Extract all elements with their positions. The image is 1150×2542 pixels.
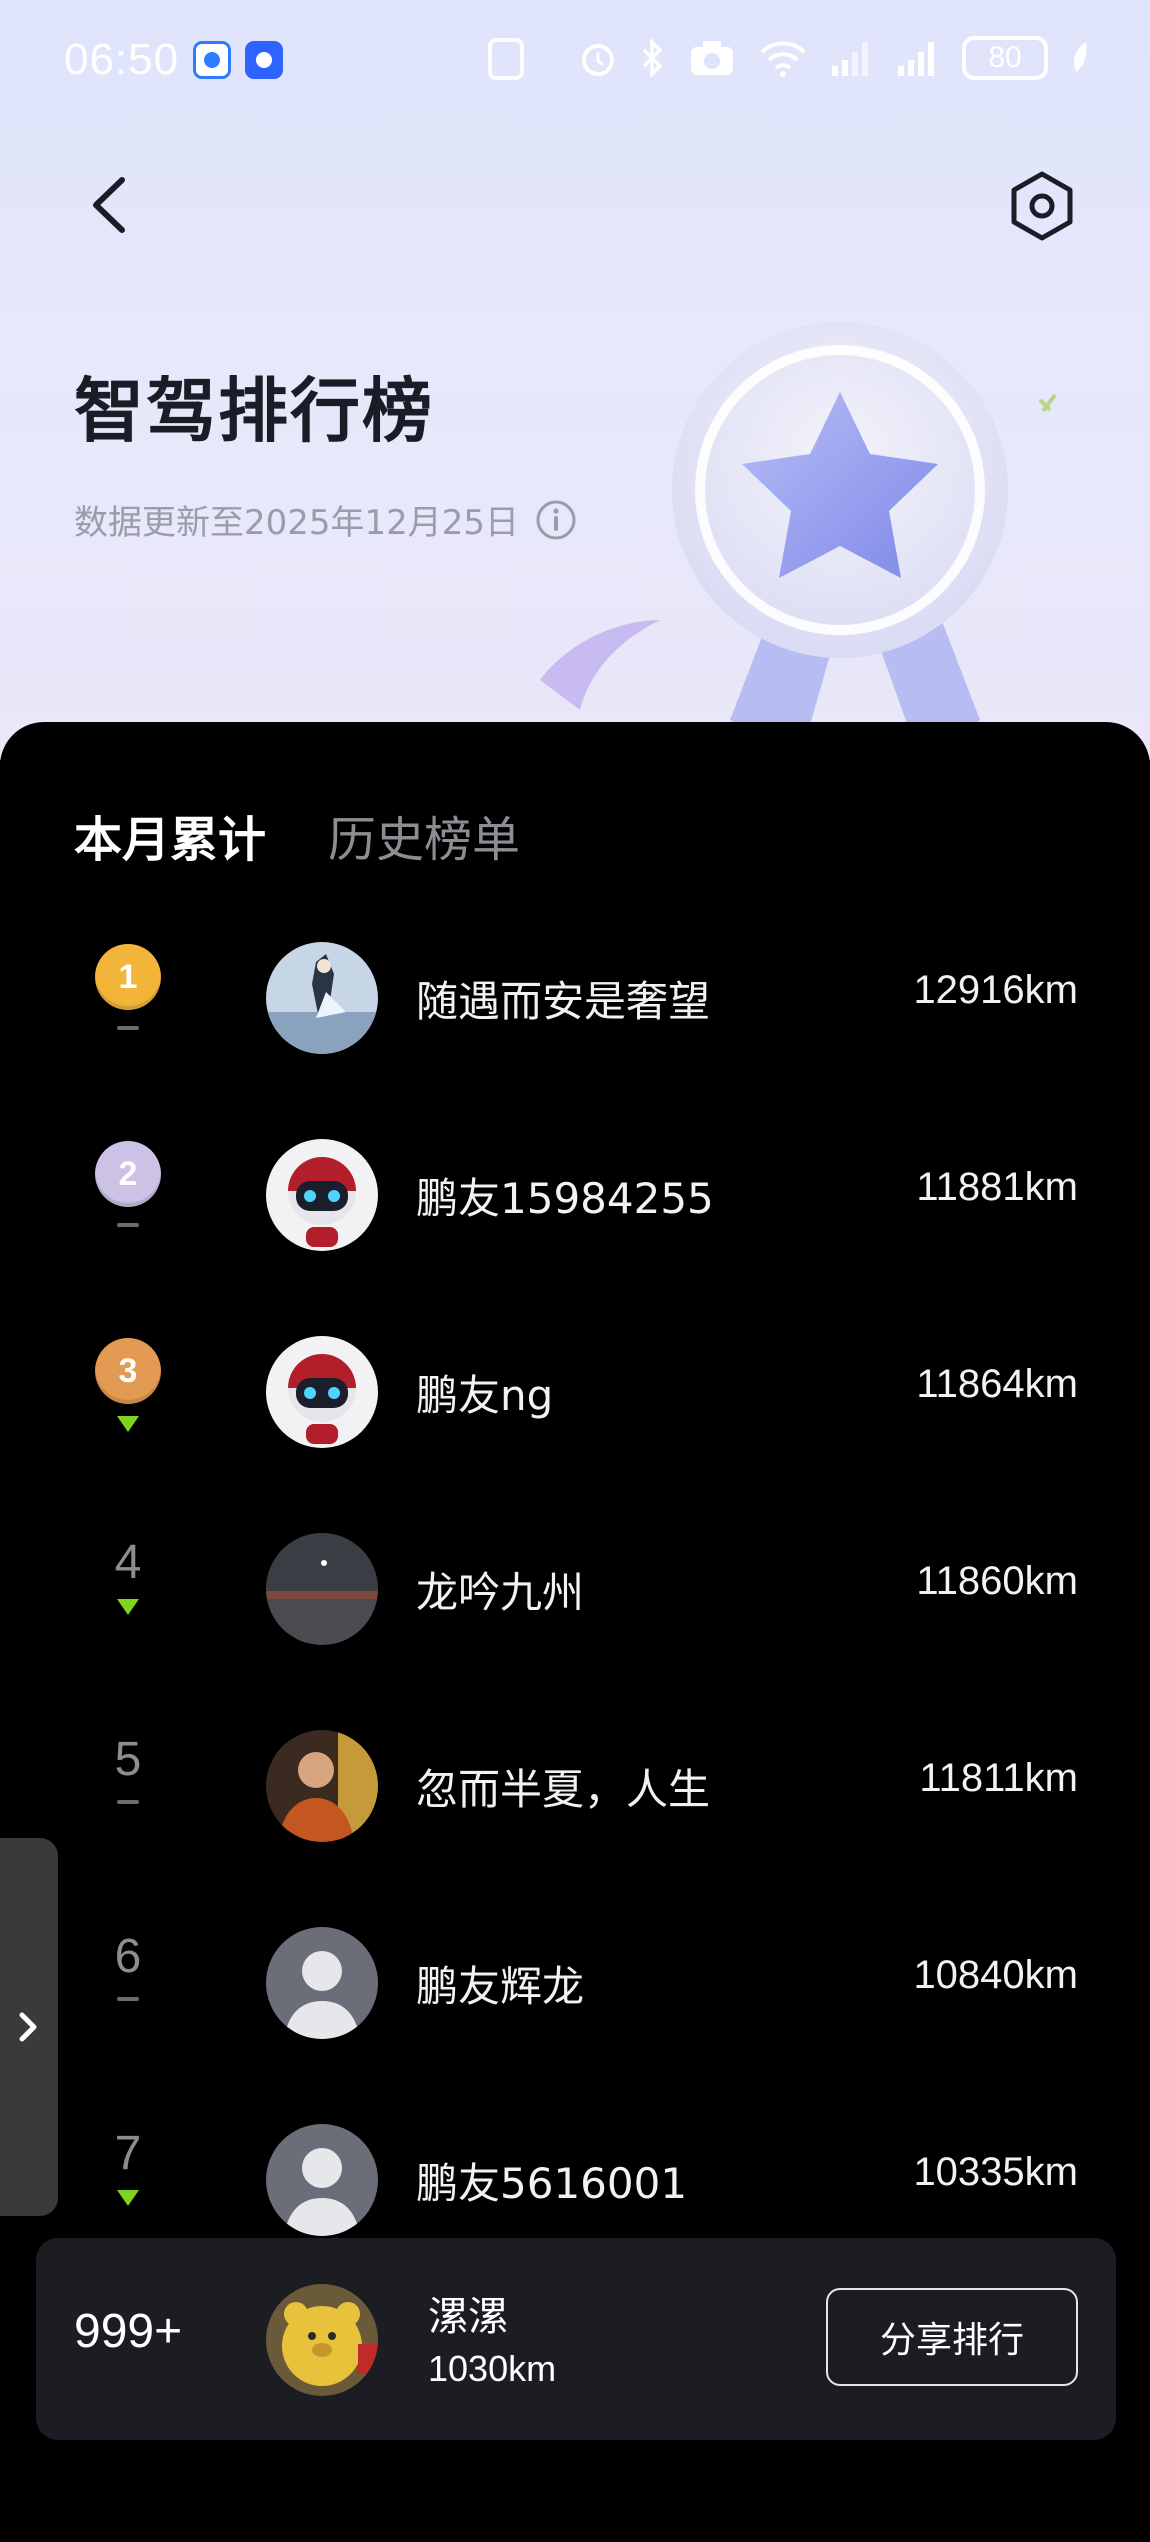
rank-indicator: 2: [90, 1141, 166, 1251]
username: 鹏友辉龙: [416, 1962, 585, 2011]
bronze-medal-badge: 3: [95, 1338, 161, 1404]
hand-app-icon: [245, 41, 284, 79]
rank-number: 6: [114, 1930, 142, 1983]
rank-indicator: 3: [90, 1338, 166, 1448]
anime-avatar-icon: [266, 942, 378, 1054]
distance-value: 10335km: [913, 2150, 1078, 2194]
signal-2-icon: [898, 42, 934, 76]
my-avatar: [266, 2284, 378, 2396]
username: 随遇而安是奢望: [416, 977, 711, 1026]
distance-value: 12916km: [913, 968, 1078, 1012]
distance-value: 11864km: [916, 1362, 1078, 1406]
bluetooth-icon: [642, 38, 663, 78]
settings-gear-icon[interactable]: [1004, 168, 1080, 244]
distance-value: 11881km: [916, 1165, 1078, 1209]
default-avatar-icon: [266, 1927, 378, 2039]
my-rank-number: 999+: [74, 2305, 183, 2358]
my-rank-card: 999+ 漯漯 1030km 分享排行: [36, 2238, 1116, 2440]
distance-value: 10840km: [913, 1953, 1078, 1997]
tab-monthly[interactable]: 本月累计: [74, 800, 266, 870]
avatar: [266, 1139, 378, 1251]
side-drawer-handle[interactable]: [0, 1838, 58, 2216]
robot-avatar-icon: [266, 1139, 378, 1251]
rank-indicator: 4: [90, 1535, 166, 1645]
tab-bar: 本月累计 历史榜单: [74, 800, 520, 870]
rank-indicator: 1: [90, 944, 166, 1054]
avatar: [266, 2124, 378, 2236]
back-arrow-icon[interactable]: [80, 170, 140, 240]
silver-medal-badge: 2: [95, 1141, 161, 1207]
trend-flat-icon: [117, 1997, 139, 2001]
alarm-icon: [582, 44, 614, 76]
update-date-text: 数据更新至2025年12月25日: [74, 503, 520, 543]
page-title: 智驾排行榜: [74, 370, 434, 452]
trend-flat-icon: [117, 1223, 139, 1227]
trend-down-icon: [117, 2190, 139, 2206]
avatar: [266, 1927, 378, 2039]
wifi-icon: [760, 41, 806, 77]
username: 龙吟九州: [416, 1568, 585, 1617]
avatar: [266, 942, 378, 1054]
leaf-icon: [1074, 42, 1087, 72]
distance-value: 11860km: [916, 1559, 1078, 1603]
ranking-row[interactable]: 1 随遇而安是奢望 12916km: [0, 900, 1150, 1097]
ranking-row[interactable]: 6 鹏友辉龙 10840km: [0, 1885, 1150, 2082]
tab-history[interactable]: 历史榜单: [328, 800, 520, 870]
username: 鹏友5616001: [416, 2159, 688, 2208]
username: 忽而半夏，人生: [416, 1765, 711, 1814]
ranking-row[interactable]: 4 龙吟九州 11860km: [0, 1491, 1150, 1688]
trend-down-icon: [117, 1416, 139, 1432]
distance-value: 11811km: [919, 1756, 1078, 1800]
my-username: 漯漯: [428, 2294, 508, 2340]
night-sky-avatar-icon: [266, 1533, 378, 1645]
monk-avatar-icon: [266, 1730, 378, 1842]
avatar: [266, 1730, 378, 1842]
camera-icon: [691, 41, 733, 75]
username: 鹏友ng: [416, 1371, 554, 1420]
ranking-row[interactable]: 3 鹏友ng 11864km: [0, 1294, 1150, 1491]
my-distance: 1030km: [428, 2348, 557, 2389]
status-icons: 80: [578, 36, 1090, 80]
star-medal-illustration: [540, 322, 1057, 760]
robot-avatar-icon: [266, 1336, 378, 1448]
nfc-icon: [488, 38, 524, 80]
trend-down-icon: [117, 1599, 139, 1615]
rank-number: 5: [114, 1733, 142, 1786]
teddy-bear-avatar-icon: [266, 2284, 378, 2396]
chevron-right-icon: [19, 2012, 37, 2042]
ranking-row[interactable]: 5 忽而半夏，人生 11811km: [0, 1688, 1150, 1885]
trend-flat-icon: [117, 1026, 139, 1030]
update-row: 数据更新至2025年12月25日: [74, 495, 577, 544]
signal-1-icon: [832, 42, 868, 76]
rank-number: 4: [114, 1536, 142, 1589]
gold-medal-badge: 1: [95, 944, 161, 1010]
rank-indicator: 6: [90, 1929, 166, 2039]
rank-number: 7: [114, 2127, 142, 2180]
share-ranking-button[interactable]: 分享排行: [826, 2288, 1078, 2386]
rank-indicator: 5: [90, 1732, 166, 1842]
ranking-row[interactable]: 2 鹏友15984255 11881km: [0, 1097, 1150, 1294]
username: 鹏友15984255: [416, 1174, 714, 1223]
trend-flat-icon: [117, 1800, 139, 1804]
status-time: 06:50: [64, 35, 180, 84]
default-avatar-icon: [266, 2124, 378, 2236]
avatar: [266, 1533, 378, 1645]
chat-app-icon: [193, 41, 232, 79]
rank-indicator: 7: [90, 2126, 166, 2236]
hero-header: 06:50 80 智驾排行榜 数据更新至2025年12月25日: [0, 0, 1150, 760]
avatar: [266, 1336, 378, 1448]
battery-indicator: 80: [962, 36, 1048, 80]
